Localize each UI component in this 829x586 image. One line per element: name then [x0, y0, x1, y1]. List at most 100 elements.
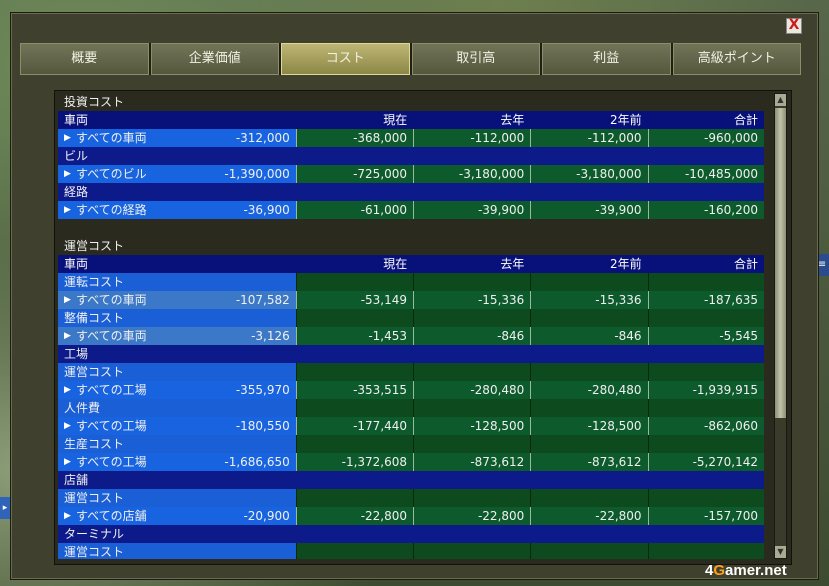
table-row[interactable]: ▶ すべてのビル -1,390,000 -725,000 -3,180,000 -3,18…	[58, 165, 764, 183]
empty-cell	[530, 471, 648, 489]
tab-3[interactable]: 取引高	[411, 43, 540, 75]
vertical-scrollbar[interactable]: ▲ ▼	[774, 93, 787, 559]
empty-cell	[413, 309, 531, 327]
row-label-cell[interactable]: ▶ すべてのビル -1,390,000	[58, 165, 296, 183]
row-label: ターミナル	[58, 525, 297, 543]
column-header-row: 車両 現在 去年 2年前 合計	[58, 111, 764, 129]
row-label-cell[interactable]: ▶ すべての経路 -36,900	[58, 201, 296, 219]
value-cell: -22,800	[530, 507, 648, 525]
value-cell: -15,336	[413, 291, 531, 309]
empty-cell	[530, 399, 648, 417]
row-label: 運営コスト	[58, 543, 296, 559]
row-label: 経路	[58, 183, 297, 201]
empty-cell	[647, 471, 764, 489]
empty-cell	[647, 363, 764, 381]
value-cell: -112,000	[413, 129, 531, 147]
close-icon[interactable]: X	[786, 18, 802, 34]
empty-cell	[413, 363, 531, 381]
value-cell: -128,500	[413, 417, 531, 435]
total-cell: -187,635	[647, 291, 764, 309]
side-tab-icon[interactable]: ▸	[0, 497, 10, 519]
table-row[interactable]: ▶ すべての工場 -1,686,650 -1,372,608 -873,612 -873,…	[58, 453, 764, 471]
expand-arrow-icon[interactable]: ▶	[64, 129, 76, 147]
row-label: すべての工場	[76, 455, 147, 469]
row-label: 運営コスト	[58, 363, 296, 381]
row-label-cell[interactable]: ▶ すべての車両 -3,126	[58, 327, 296, 345]
scroll-up-icon[interactable]: ▲	[775, 94, 786, 106]
expand-arrow-icon[interactable]: ▶	[64, 507, 76, 525]
value-cell: -353,515	[295, 381, 414, 399]
empty-cell	[413, 399, 531, 417]
empty-cell	[647, 525, 764, 543]
value-cell: -280,480	[530, 381, 648, 399]
empty-cell	[530, 147, 648, 165]
row-label: ビル	[58, 147, 297, 165]
value-cell: -1,372,608	[295, 453, 414, 471]
row-label-cell[interactable]: ▶ すべての車両 -107,582	[58, 291, 296, 309]
expand-arrow-icon[interactable]: ▶	[64, 327, 76, 345]
empty-cell	[296, 183, 414, 201]
empty-cell	[647, 147, 764, 165]
empty-cell	[295, 399, 414, 417]
column-header: 合計	[733, 113, 758, 127]
row-label-cell[interactable]: ▶ すべての車両 -312,000	[58, 129, 296, 147]
current-value: -3,126	[251, 329, 290, 343]
row-label-cell[interactable]: ▶ すべての工場 -355,970	[58, 381, 296, 399]
column-header: 2年前	[609, 113, 642, 127]
subcategory-row: 整備コスト	[58, 309, 764, 327]
table-row[interactable]: ▶ すべての車両 -107,582 -53,149 -15,336 -15,336 -187…	[58, 291, 764, 309]
column-header-row: 車両 現在 去年 2年前 合計	[58, 255, 764, 273]
value-cell: -128,500	[530, 417, 648, 435]
empty-cell	[530, 273, 648, 291]
table-row[interactable]: ▶ すべての経路 -36,900 -61,000 -39,900 -39,900 -160,…	[58, 201, 764, 219]
section-title: 運営コスト	[58, 237, 764, 255]
current-value: -355,970	[235, 383, 290, 397]
expand-arrow-icon[interactable]: ▶	[64, 417, 76, 435]
empty-cell	[647, 183, 764, 201]
expand-arrow-icon[interactable]: ▶	[64, 165, 76, 183]
subcategory-row: 運営コスト	[58, 363, 764, 381]
expand-arrow-icon[interactable]: ▶	[64, 453, 76, 471]
current-value: -36,900	[243, 203, 290, 217]
value-cell: -15,336	[530, 291, 648, 309]
value-cell: -22,800	[413, 507, 531, 525]
empty-cell	[530, 345, 648, 363]
row-label: 整備コスト	[58, 309, 296, 327]
expand-arrow-icon[interactable]: ▶	[64, 201, 76, 219]
value-cell: -368,000	[295, 129, 414, 147]
empty-cell	[295, 435, 414, 453]
total-cell: -1,939,915	[647, 381, 764, 399]
scroll-thumb[interactable]	[775, 108, 786, 418]
expand-arrow-icon[interactable]: ▶	[64, 291, 76, 309]
value-cell: -53,149	[295, 291, 414, 309]
table-row[interactable]: ▶ すべての車両 -312,000 -368,000 -112,000 -112,000-…	[58, 129, 764, 147]
row-label-cell[interactable]: ▶ すべての店舗 -20,900	[58, 507, 296, 525]
tab-5[interactable]: 高級ポイント	[672, 43, 801, 75]
empty-cell	[530, 489, 648, 507]
table-row[interactable]: ▶ すべての店舗 -20,900 -22,800 -22,800 -22,800 -157,…	[58, 507, 764, 525]
tab-4[interactable]: 利益	[542, 43, 671, 75]
scroll-down-icon[interactable]: ▼	[775, 546, 786, 558]
tab-2[interactable]: コスト	[281, 43, 410, 75]
row-label: 運転コスト	[58, 273, 296, 291]
subcategory-row: 人件費	[58, 399, 764, 417]
tab-bar: 概要 企業価値 コスト 取引高 利益 高級ポイント	[20, 43, 801, 75]
table-row[interactable]: ▶ すべての工場 -180,550 -177,440 -128,500 -128,500-…	[58, 417, 764, 435]
empty-cell	[530, 363, 648, 381]
category-row: 店舗	[58, 471, 764, 489]
table-row[interactable]: ▶ すべての工場 -355,970 -353,515 -280,480 -280,480-…	[58, 381, 764, 399]
column-header: 現在	[383, 113, 408, 127]
row-label: 工場	[58, 345, 297, 363]
section-label: 投資コスト	[64, 95, 125, 109]
empty-cell	[295, 489, 414, 507]
row-label-cell[interactable]: ▶ すべての工場 -1,686,650	[58, 453, 296, 471]
expand-arrow-icon[interactable]: ▶	[64, 381, 76, 399]
table-row[interactable]: ▶ すべての車両 -3,126 -1,453 -846 -846 -5,545	[58, 327, 764, 345]
row-label-cell[interactable]: ▶ すべての工場 -180,550	[58, 417, 296, 435]
current-value: -107,582	[235, 293, 290, 307]
tab-1[interactable]: 企業価値	[150, 43, 279, 75]
tab-0[interactable]: 概要	[20, 43, 149, 75]
section-label: 運営コスト	[64, 239, 125, 253]
row-label: 店舗	[58, 471, 297, 489]
empty-cell	[413, 435, 531, 453]
